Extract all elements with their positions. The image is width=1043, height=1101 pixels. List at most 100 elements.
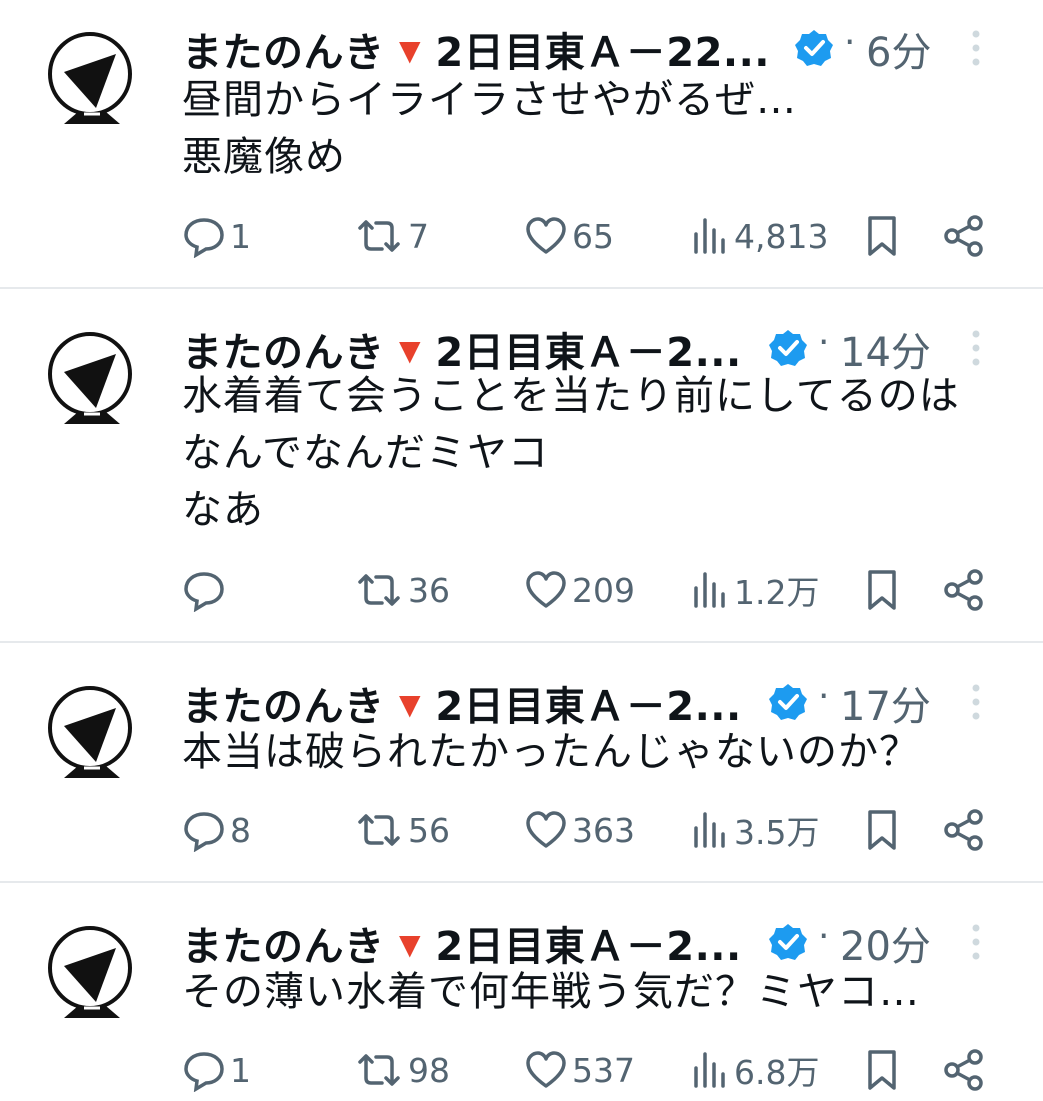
like-count: 537 <box>572 1050 635 1090</box>
share-icon[interactable] <box>942 1046 986 1094</box>
tweet-header: またのんき ▼ 2日目東Ａ－22... · 6分 <box>182 16 1002 76</box>
views-button[interactable]: 4,813 <box>690 212 828 260</box>
separator-dot: · <box>818 676 830 717</box>
retweet-count: 36 <box>408 570 450 610</box>
reply-icon <box>184 572 224 612</box>
avatar[interactable] <box>44 678 140 786</box>
share-icon[interactable] <box>942 806 986 854</box>
view-count: 6.8万 <box>734 1053 820 1092</box>
retweet-count: 98 <box>408 1050 450 1090</box>
verified-badge-icon <box>795 30 833 66</box>
more-vertical-icon[interactable] <box>966 680 986 724</box>
tweet-header: またのんき ▼ 2日目東Ａ－2... · 17分 <box>182 670 1002 730</box>
avatar[interactable] <box>44 324 140 432</box>
tweet-text: その薄い水着で何年戦う気だ？ミヤコ… <box>182 964 920 1021</box>
retweet-button[interactable]: 56 <box>354 806 450 854</box>
separator-dot: · <box>844 22 856 63</box>
heart-icon <box>526 811 566 848</box>
avatar[interactable] <box>44 24 140 132</box>
red-triangle-icon: ▼ <box>398 928 421 961</box>
reply-count: 8 <box>230 810 251 850</box>
tweet-text-line: その薄い水着で何年戦う気だ？ミヤコ… <box>182 969 920 1015</box>
verified-badge-icon <box>769 924 807 960</box>
like-button[interactable]: 209 <box>524 566 635 614</box>
timestamp[interactable]: 6分 <box>866 20 931 78</box>
like-count: 65 <box>572 216 614 256</box>
like-button[interactable]: 537 <box>524 1046 635 1094</box>
reply-button[interactable] <box>182 566 230 614</box>
views-button[interactable]: 3.5万 <box>690 806 819 854</box>
retweet-icon <box>358 220 400 252</box>
reply-count: 1 <box>230 1050 251 1090</box>
heart-icon <box>526 571 566 608</box>
tweet-text-line: 悪魔像め <box>182 134 346 180</box>
retweet-icon <box>358 1054 400 1086</box>
tweet-text-line: 昼間からイライラさせやがるぜ… <box>182 77 797 123</box>
reply-count: 1 <box>230 216 251 256</box>
action-bar: 8 56 363 3.5万 <box>182 806 1002 854</box>
tweet[interactable]: またのんき ▼ 2日目東Ａ－22... · 6分 昼間からイライラさせやがるぜ…… <box>0 0 1043 288</box>
separator-dot: · <box>818 322 830 363</box>
heart-icon <box>526 217 566 254</box>
bookmark-icon[interactable] <box>864 806 900 854</box>
separator-dot: · <box>818 916 830 957</box>
view-count: 4,813 <box>734 216 829 256</box>
more-vertical-icon[interactable] <box>966 920 986 964</box>
views-button[interactable]: 6.8万 <box>690 1046 819 1094</box>
like-button[interactable]: 65 <box>524 212 614 260</box>
reply-icon <box>184 218 224 258</box>
tweet-text: 水着着て会うことを当たり前にしてるのは なんでなんだミヤコ なあ <box>182 368 960 539</box>
view-count: 1.2万 <box>734 573 820 612</box>
verified-badge-icon <box>769 330 807 366</box>
action-bar: 36 209 1.2万 <box>182 566 1002 614</box>
views-icon <box>694 572 725 608</box>
reply-button[interactable]: 1 <box>182 1046 251 1094</box>
tweet[interactable]: またのんき ▼ 2日目東Ａ－2... · 17分 本当は破られたかったんじゃない… <box>0 654 1043 882</box>
more-vertical-icon[interactable] <box>966 26 986 70</box>
tweet-divider <box>0 881 1043 883</box>
share-icon[interactable] <box>942 212 986 260</box>
views-icon <box>694 812 725 848</box>
bookmark-icon[interactable] <box>864 1046 900 1094</box>
retweet-count: 56 <box>408 810 450 850</box>
red-triangle-icon: ▼ <box>398 34 421 67</box>
reply-button[interactable]: 1 <box>182 212 251 260</box>
retweet-button[interactable]: 36 <box>354 566 450 614</box>
tweet-text: 本当は破られたかったんじゃないのか？ <box>182 724 920 781</box>
bookmark-icon[interactable] <box>864 212 900 260</box>
like-count: 209 <box>572 570 635 610</box>
timeline-feed: またのんき ▼ 2日目東Ａ－22... · 6分 昼間からイライラさせやがるぜ…… <box>0 0 1043 1101</box>
tweet-header: またのんき ▼ 2日目東Ａ－2... · 20分 <box>182 910 1002 970</box>
retweet-button[interactable]: 7 <box>354 212 429 260</box>
reply-icon <box>184 1052 224 1092</box>
avatar[interactable] <box>44 918 140 1026</box>
retweet-button[interactable]: 98 <box>354 1046 450 1094</box>
action-bar: 1 7 65 4,813 <box>182 212 1002 260</box>
like-button[interactable]: 363 <box>524 806 635 854</box>
tweet-text: 昼間からイライラさせやがるぜ… 悪魔像め <box>182 72 797 186</box>
views-icon <box>694 1052 725 1088</box>
red-triangle-icon: ▼ <box>398 688 421 721</box>
bookmark-icon[interactable] <box>864 566 900 614</box>
tweet-text-line: なんでなんだミヤコ <box>182 430 549 476</box>
tweet[interactable]: またのんき ▼ 2日目東Ａ－2... · 20分 その薄い水着で何年戦う気だ？ミ… <box>0 894 1043 1101</box>
like-count: 363 <box>572 810 635 850</box>
views-button[interactable]: 1.2万 <box>690 566 819 614</box>
heart-icon <box>526 1051 566 1088</box>
tweet-divider <box>0 641 1043 643</box>
red-triangle-icon: ▼ <box>398 334 421 367</box>
tweet-divider <box>0 287 1043 289</box>
views-icon <box>694 218 725 254</box>
author-name[interactable]: またのんき ▼ 2日目東Ａ－22... <box>182 20 770 78</box>
more-vertical-icon[interactable] <box>966 326 986 370</box>
tweet-text-line: 本当は破られたかったんじゃないのか？ <box>182 729 920 775</box>
tweet-text-line: なあ <box>182 487 264 533</box>
share-icon[interactable] <box>942 566 986 614</box>
tweet[interactable]: またのんき ▼ 2日目東Ａ－2... · 14分 水着着て会うことを当たり前にし… <box>0 300 1043 642</box>
retweet-count: 7 <box>408 216 429 256</box>
reply-button[interactable]: 8 <box>182 806 251 854</box>
verified-badge-icon <box>769 684 807 720</box>
reply-icon <box>184 812 224 852</box>
tweet-text-line: 水着着て会うことを当たり前にしてるのは <box>182 373 960 419</box>
retweet-icon <box>358 814 400 846</box>
